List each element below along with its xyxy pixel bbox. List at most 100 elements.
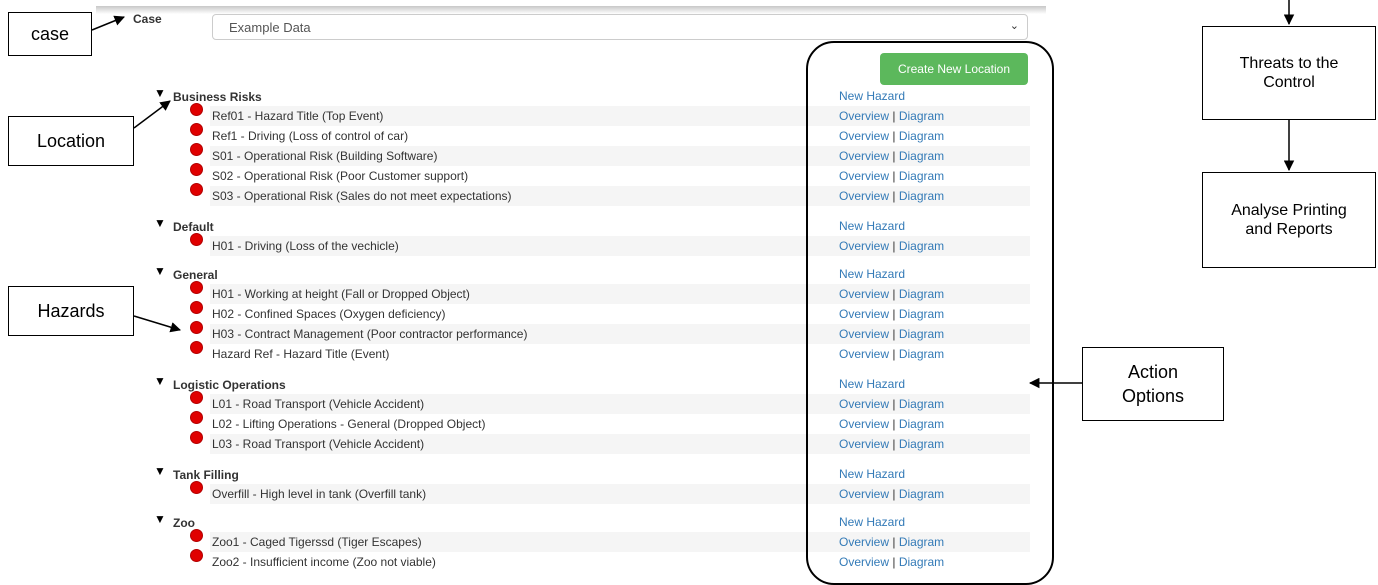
hazard-title[interactable]: Overfill - High level in tank (Overfill … (212, 487, 426, 501)
hazard-row: L02 - Lifting Operations - General (Drop… (0, 411, 1030, 434)
diagram-link[interactable]: Diagram (899, 169, 944, 183)
case-select[interactable]: Example Data ⌄ (212, 14, 1028, 40)
diagram-link[interactable]: Diagram (899, 287, 944, 301)
diagram-link[interactable]: Diagram (899, 307, 944, 321)
hazard-row: H02 - Confined Spaces (Oxygen deficiency… (0, 301, 1030, 324)
hazard-actions: Overview | Diagram (839, 417, 944, 431)
chevron-down-icon: ⌄ (1009, 20, 1019, 32)
hazard-title[interactable]: H01 - Driving (Loss of the vechicle) (212, 239, 399, 253)
hazard-title[interactable]: S02 - Operational Risk (Poor Customer su… (212, 169, 468, 183)
new-hazard-link[interactable]: New Hazard (839, 377, 905, 391)
overview-link[interactable]: Overview (839, 287, 889, 301)
overview-link[interactable]: Overview (839, 397, 889, 411)
location-group: ▼ Default New Hazard H01 - Driving (Loss of… (0, 216, 1030, 256)
overview-link[interactable]: Overview (839, 149, 889, 163)
link-separator: | (892, 109, 896, 123)
link-separator: | (892, 287, 896, 301)
case-arrow (91, 15, 125, 31)
hazard-title[interactable]: Hazard Ref - Hazard Title (Event) (212, 347, 389, 361)
overview-link[interactable]: Overview (839, 555, 889, 569)
location-header: ▼ Tank Filling New Hazard (0, 464, 1030, 484)
hazard-title[interactable]: Zoo2 - Insufficient income (Zoo not viab… (212, 555, 436, 569)
flow-threats-line1: Threats to the (1239, 55, 1339, 72)
collapse-triangle-icon[interactable]: ▼ (154, 264, 166, 278)
link-separator: | (892, 417, 896, 431)
diagram-link[interactable]: Diagram (899, 327, 944, 341)
overview-link[interactable]: Overview (839, 417, 889, 431)
hazard-row: H01 - Driving (Loss of the vechicle) Over… (0, 233, 1030, 256)
hazard-title[interactable]: S01 - Operational Risk (Building Softwar… (212, 149, 437, 163)
overview-link[interactable]: Overview (839, 535, 889, 549)
red-dot-icon (190, 341, 203, 354)
diagram-link[interactable]: Diagram (899, 535, 944, 549)
overview-link[interactable]: Overview (839, 327, 889, 341)
hazard-title[interactable]: S03 - Operational Risk (Sales do not mee… (212, 189, 511, 203)
create-new-location-button[interactable]: Create New Location (880, 53, 1028, 85)
overview-link[interactable]: Overview (839, 169, 889, 183)
hazard-title[interactable]: L01 - Road Transport (Vehicle Accident) (212, 397, 424, 411)
hazard-title[interactable]: H02 - Confined Spaces (Oxygen deficiency… (212, 307, 445, 321)
red-dot-icon (190, 529, 203, 542)
case-label: Case (133, 12, 162, 26)
diagram-link[interactable]: Diagram (899, 417, 944, 431)
diagram-link[interactable]: Diagram (899, 189, 944, 203)
diagram-link[interactable]: Diagram (899, 347, 944, 361)
hazard-title[interactable]: H01 - Working at height (Fall or Dropped… (212, 287, 470, 301)
hazard-row: Overfill - High level in tank (Overfill … (0, 481, 1030, 504)
location-group: ▼ Tank Filling New Hazard Overfill - High l… (0, 464, 1030, 504)
overview-link[interactable]: Overview (839, 347, 889, 361)
link-separator: | (892, 189, 896, 203)
overview-link[interactable]: Overview (839, 487, 889, 501)
diagram-link[interactable]: Diagram (899, 487, 944, 501)
collapse-triangle-icon[interactable]: ▼ (154, 464, 166, 478)
new-hazard-link[interactable]: New Hazard (839, 219, 905, 233)
new-hazard-link[interactable]: New Hazard (839, 267, 905, 281)
new-hazard-link[interactable]: New Hazard (839, 515, 905, 529)
diagram-link[interactable]: Diagram (899, 239, 944, 253)
hazard-row: Hazard Ref - Hazard Title (Event) Overvie… (0, 341, 1030, 364)
hazard-title[interactable]: Ref01 - Hazard Title (Top Event) (212, 109, 383, 123)
diagram-link[interactable]: Diagram (899, 129, 944, 143)
link-separator: | (892, 555, 896, 569)
collapse-triangle-icon[interactable]: ▼ (154, 374, 166, 388)
red-dot-icon (190, 411, 203, 424)
red-dot-icon (190, 391, 203, 404)
overview-link[interactable]: Overview (839, 109, 889, 123)
location-group: ▼ Zoo New Hazard Zoo1 - Caged Tigerssd (Tig… (0, 512, 1030, 572)
red-dot-icon (190, 163, 203, 176)
collapse-triangle-icon[interactable]: ▼ (154, 86, 166, 100)
new-hazard-link[interactable]: New Hazard (839, 89, 905, 103)
overview-link[interactable]: Overview (839, 239, 889, 253)
diagram-link[interactable]: Diagram (899, 149, 944, 163)
hazard-actions: Overview | Diagram (839, 307, 944, 321)
overview-link[interactable]: Overview (839, 189, 889, 203)
hazard-title[interactable]: Ref1 - Driving (Loss of control of car) (212, 129, 408, 143)
hazard-title[interactable]: Zoo1 - Caged Tigerssd (Tiger Escapes) (212, 535, 422, 549)
overview-link[interactable]: Overview (839, 129, 889, 143)
new-hazard-link[interactable]: New Hazard (839, 467, 905, 481)
location-name: General (173, 268, 218, 282)
flow-analyse-line1: Analyse Printing (1231, 202, 1347, 219)
flow-box-analyse: Analyse Printing and Reports (1202, 172, 1376, 268)
hazard-actions: Overview | Diagram (839, 189, 944, 203)
overview-link[interactable]: Overview (839, 437, 889, 451)
location-name: Business Risks (173, 90, 262, 104)
location-name: Tank Filling (173, 468, 239, 482)
hazard-title[interactable]: L02 - Lifting Operations - General (Drop… (212, 417, 485, 431)
collapse-triangle-icon[interactable]: ▼ (154, 512, 166, 526)
diagram-link[interactable]: Diagram (899, 397, 944, 411)
diagram-link[interactable]: Diagram (899, 437, 944, 451)
hazard-title[interactable]: H03 - Contract Management (Poor contract… (212, 327, 527, 341)
location-header: ▼ Logistic Operations New Hazard (0, 374, 1030, 394)
flow-box-threats: Threats to the Control (1202, 26, 1376, 120)
location-group: ▼ Logistic Operations New Hazard L01 - Road… (0, 374, 1030, 454)
link-separator: | (892, 239, 896, 253)
diagram-link[interactable]: Diagram (899, 109, 944, 123)
diagram-link[interactable]: Diagram (899, 555, 944, 569)
hazard-actions: Overview | Diagram (839, 347, 944, 361)
location-name: Logistic Operations (173, 378, 286, 392)
overview-link[interactable]: Overview (839, 307, 889, 321)
link-separator: | (892, 169, 896, 183)
collapse-triangle-icon[interactable]: ▼ (154, 216, 166, 230)
hazard-title[interactable]: L03 - Road Transport (Vehicle Accident) (212, 437, 424, 451)
